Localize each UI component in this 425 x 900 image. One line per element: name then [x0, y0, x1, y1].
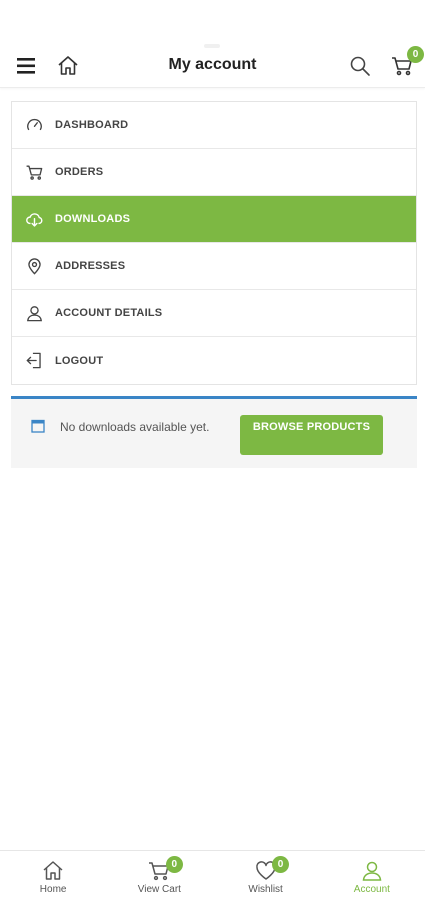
cart-count-badge: 0	[407, 46, 424, 63]
bottom-nav-label: Wishlist	[248, 884, 283, 895]
menu-item-label: ACCOUNT DETAILS	[55, 307, 163, 319]
bottom-nav-label: View Cart	[137, 884, 181, 895]
menu-item-label: LOGOUT	[55, 354, 104, 367]
bottom-navigation: Home 0 View Cart 0 Wishlist Account	[0, 850, 425, 900]
menu-item-label: ORDERS	[55, 166, 104, 178]
home-icon	[43, 861, 63, 880]
menu-item-downloads[interactable]: DOWNLOADS	[12, 196, 416, 243]
top-app-bar: My account 0	[0, 0, 425, 88]
bottom-nav-view-cart[interactable]: 0 View Cart	[106, 851, 212, 900]
menu-item-addresses[interactable]: ADDRESSES	[12, 243, 416, 290]
browse-products-button[interactable]: BROWSE PRODUCTS	[240, 415, 383, 455]
map-pin-icon	[24, 256, 44, 276]
menu-item-account-details[interactable]: ACCOUNT DETAILS	[12, 290, 416, 337]
cloud-download-icon	[24, 209, 44, 229]
notice-message: No downloads available yet.	[60, 420, 210, 434]
bottom-nav-account[interactable]: Account	[319, 851, 425, 900]
menu-item-label: ADDRESSES	[55, 260, 126, 272]
menu-item-logout[interactable]: LOGOUT	[12, 337, 416, 384]
search-icon[interactable]	[346, 52, 374, 80]
cart-icon[interactable]: 0	[388, 46, 424, 80]
gauge-icon	[24, 115, 44, 135]
user-icon	[362, 861, 382, 881]
menu-item-orders[interactable]: ORDERS	[12, 149, 416, 196]
calendar-icon	[31, 419, 45, 433]
status-notch	[204, 44, 220, 48]
cart-count-badge: 0	[165, 856, 183, 873]
menu-item-label: DOWNLOADS	[55, 213, 131, 225]
cart-icon	[24, 162, 44, 182]
menu-item-dashboard[interactable]: DASHBOARD	[12, 102, 416, 149]
account-navigation: DASHBOARD ORDERS DOWNLOADS ADDRESSES ACC…	[11, 101, 417, 385]
menu-item-label: DASHBOARD	[55, 119, 129, 131]
bottom-nav-label: Account	[353, 884, 390, 895]
wishlist-count-badge: 0	[272, 856, 289, 873]
bottom-nav-wishlist[interactable]: 0 Wishlist	[213, 851, 319, 900]
logout-icon	[24, 351, 44, 371]
user-icon	[24, 303, 44, 323]
downloads-notice: No downloads available yet. BROWSE PRODU…	[11, 396, 417, 468]
bottom-nav-label: Home	[39, 884, 67, 895]
bottom-nav-home[interactable]: Home	[0, 851, 106, 900]
